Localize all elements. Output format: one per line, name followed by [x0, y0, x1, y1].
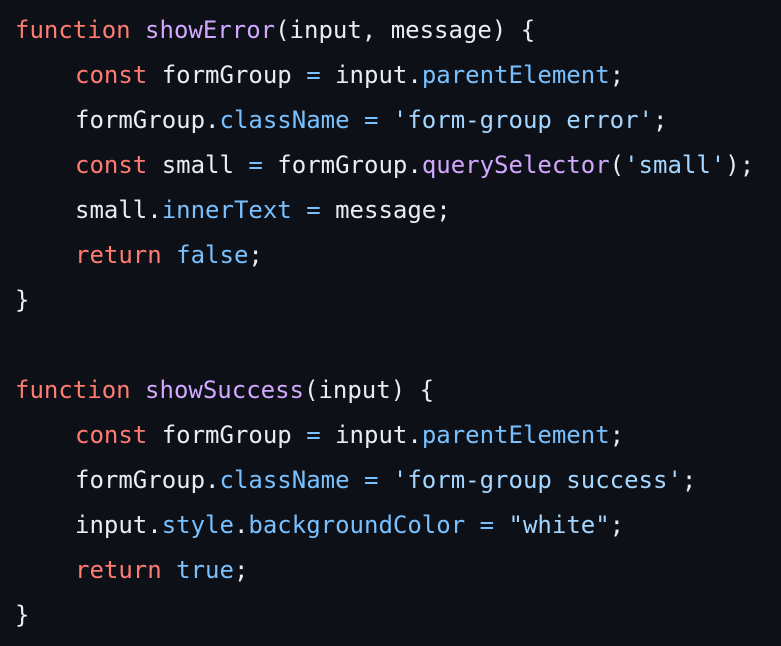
- code-line: function showError(input, message) {: [15, 12, 781, 57]
- code-token: ;: [653, 106, 668, 134]
- code-editor[interactable]: function showError(input, message) {cons…: [0, 0, 781, 646]
- code-token: );: [725, 151, 755, 179]
- code-token: =: [364, 106, 379, 134]
- code-token: .: [233, 511, 249, 539]
- code-line: return true;: [15, 552, 781, 597]
- code-line: const formGroup = input.parentElement;: [15, 57, 781, 102]
- code-token: ;: [233, 556, 249, 584]
- code-token: function: [15, 376, 131, 404]
- code-token: (input, message) {: [275, 16, 536, 44]
- code-token: ;: [681, 466, 697, 494]
- code-token: innerText: [161, 196, 292, 224]
- code-line: input.style.backgroundColor = "white";: [15, 507, 781, 552]
- code-token: parentElement: [421, 421, 610, 449]
- code-token: className: [219, 106, 350, 134]
- code-token: querySelector: [421, 151, 610, 179]
- code-token: =: [364, 466, 379, 494]
- code-line: const formGroup = input.parentElement;: [15, 417, 781, 462]
- code-line: }: [15, 597, 781, 642]
- code-token: showSuccess: [145, 376, 304, 404]
- code-token: =: [306, 196, 321, 224]
- code-token: =: [306, 61, 321, 89]
- code-token: false: [176, 241, 249, 269]
- code-token: backgroundColor: [248, 511, 466, 539]
- code-token: return: [75, 556, 162, 584]
- code-token: className: [219, 466, 350, 494]
- code-token: ;: [248, 241, 263, 269]
- code-line: formGroup.className = 'form-group succes…: [15, 462, 781, 507]
- code-token: }: [15, 601, 30, 629]
- code-token: style: [161, 511, 234, 539]
- code-token: formGroup: [147, 61, 307, 89]
- code-token: ;: [609, 511, 625, 539]
- code-token: small.: [75, 196, 162, 224]
- code-token: input.: [320, 61, 422, 89]
- code-token: 'form-group success': [392, 466, 682, 494]
- code-line: function showSuccess(input) {: [15, 372, 781, 417]
- code-token: =: [479, 511, 495, 539]
- code-token: true: [176, 556, 234, 584]
- code-line: return false;: [15, 237, 781, 282]
- code-line: const small = formGroup.querySelector('s…: [15, 147, 781, 192]
- code-token: 'small': [624, 151, 726, 179]
- code-token: formGroup.: [75, 106, 220, 134]
- code-token: =: [248, 151, 263, 179]
- code-token: ;: [609, 421, 625, 449]
- code-token: (input) {: [304, 376, 435, 404]
- code-token: input.: [75, 511, 162, 539]
- code-token: function: [15, 16, 131, 44]
- code-token: const: [75, 151, 148, 179]
- code-token: showError: [145, 16, 276, 44]
- code-token: input.: [320, 421, 422, 449]
- code-line: }: [15, 282, 781, 327]
- code-token: const: [75, 421, 148, 449]
- code-token: (: [609, 151, 625, 179]
- code-line: formGroup.className = 'form-group error'…: [15, 102, 781, 147]
- code-token: "white": [508, 511, 610, 539]
- code-token: return: [75, 241, 162, 269]
- code-token: formGroup.: [75, 466, 220, 494]
- code-token: }: [15, 286, 30, 314]
- code-line: small.innerText = message;: [15, 192, 781, 237]
- code-token: 'form-group error': [392, 106, 653, 134]
- code-token: formGroup: [147, 421, 307, 449]
- code-token: formGroup.: [262, 151, 422, 179]
- code-token: parentElement: [421, 61, 610, 89]
- code-token: const: [75, 61, 148, 89]
- code-token: message;: [320, 196, 451, 224]
- code-token: ;: [609, 61, 625, 89]
- code-token: =: [306, 421, 321, 449]
- code-token: small: [147, 151, 249, 179]
